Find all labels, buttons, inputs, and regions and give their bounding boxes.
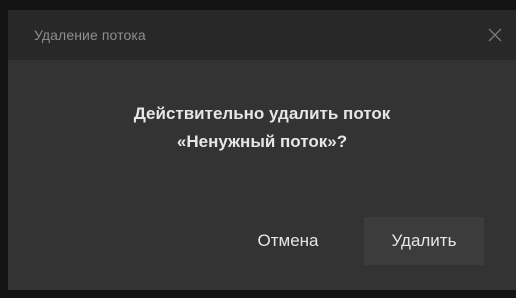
close-icon[interactable] [484, 24, 506, 46]
delete-button[interactable]: Удалить [364, 217, 484, 265]
confirmation-message-line-1: Действительно удалить поток [133, 104, 391, 123]
close-icon-glyph [488, 28, 502, 42]
dialog-title-bar: Удаление потока [8, 10, 516, 60]
cancel-button[interactable]: Отмена [233, 217, 343, 265]
confirmation-message: Действительно удалить поток «Ненужный по… [8, 100, 516, 156]
dialog-title: Удаление потока [34, 27, 146, 43]
delete-stream-dialog: Удаление потока Действительно удалить по… [8, 10, 516, 290]
confirmation-message-line-2: «Ненужный поток»? [176, 132, 348, 151]
